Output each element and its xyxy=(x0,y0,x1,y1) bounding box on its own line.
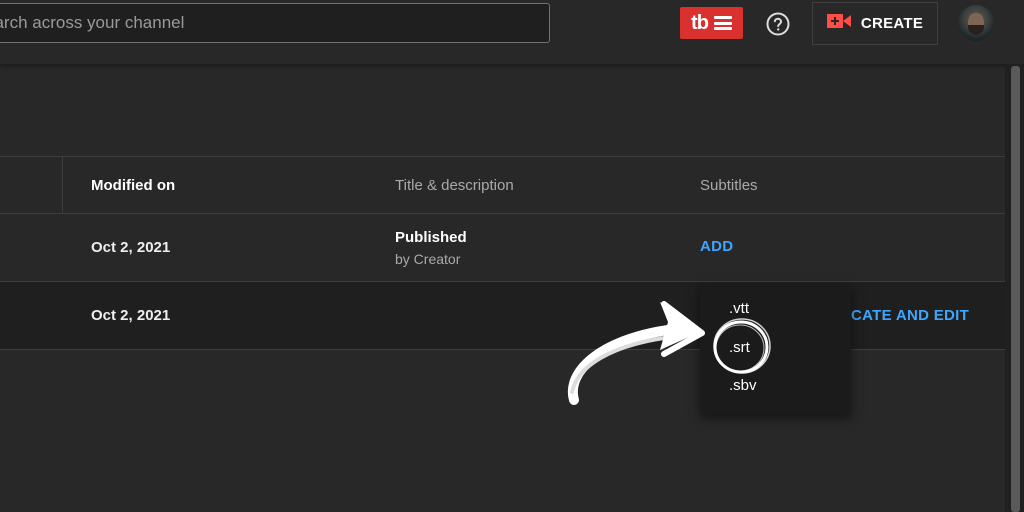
duplicate-and-edit-link[interactable]: CATE AND EDIT xyxy=(851,307,969,324)
scrollbar-thumb[interactable] xyxy=(1011,66,1020,512)
add-subtitles-link[interactable]: ADD xyxy=(700,238,733,255)
title-by: by Creator xyxy=(395,251,461,267)
menu-item-sbv[interactable]: .sbv xyxy=(729,377,757,394)
help-icon[interactable] xyxy=(766,12,790,36)
file-format-menu: .vtt .srt .sbv xyxy=(700,284,851,414)
create-button[interactable]: CREATE xyxy=(812,2,938,45)
modified-date: Oct 2, 2021 xyxy=(91,239,171,256)
search-box[interactable] xyxy=(0,3,550,43)
search-input[interactable] xyxy=(0,12,549,34)
table-row[interactable]: Oct 2, 2021 Published by Creator ADD xyxy=(0,214,1005,282)
video-camera-plus-icon xyxy=(826,13,851,34)
avatar[interactable] xyxy=(958,5,994,41)
create-label: CREATE xyxy=(860,15,924,32)
modified-date: Oct 2, 2021 xyxy=(91,307,171,324)
title-status: Published xyxy=(395,229,467,246)
header-title-description: Title & description xyxy=(395,177,514,194)
column-divider xyxy=(62,157,63,213)
tubebuddy-button[interactable]: tb xyxy=(680,7,743,39)
menu-icon xyxy=(713,16,732,30)
top-bar: tb CREATE xyxy=(0,0,1024,64)
menu-item-vtt[interactable]: .vtt xyxy=(729,300,749,317)
header-subtitles: Subtitles xyxy=(700,177,758,194)
tubebuddy-logo: tb xyxy=(691,11,709,34)
header-modified-on[interactable]: Modified on xyxy=(91,177,175,194)
table-row[interactable]: Oct 2, 2021 CATE AND EDIT xyxy=(0,282,1005,350)
table-header: Modified on Title & description Subtitle… xyxy=(0,156,1005,214)
menu-item-srt[interactable]: .srt xyxy=(729,339,750,356)
